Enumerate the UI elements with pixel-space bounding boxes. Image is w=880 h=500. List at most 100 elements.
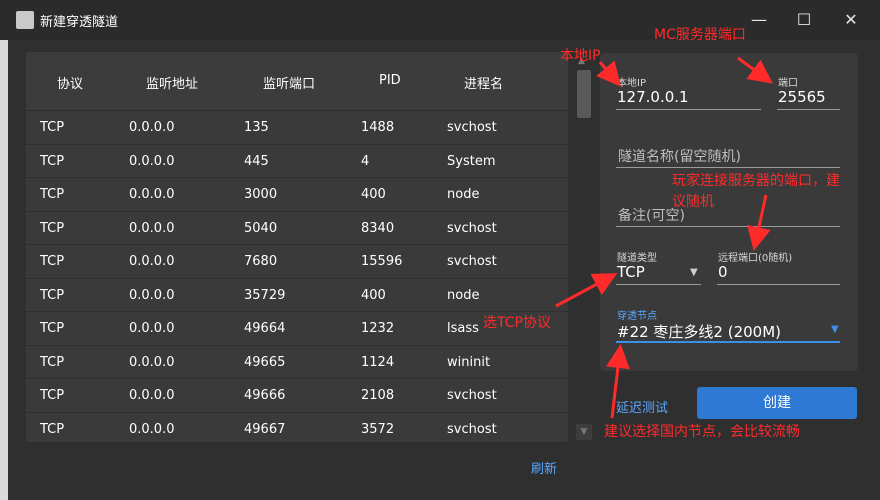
cell-process-name: svchost bbox=[447, 120, 497, 135]
annotation-mc-port: MC服务器端口 bbox=[654, 27, 746, 43]
table-row[interactable]: TCP 0.0.0.0 5040 8340 svchost bbox=[26, 210, 568, 245]
cell-listen-port: 49665 bbox=[244, 354, 286, 370]
column-header-process-name[interactable]: 进程名 bbox=[464, 73, 503, 92]
cell-pid: 1232 bbox=[361, 321, 395, 336]
cell-listen-port: 49664 bbox=[244, 321, 286, 336]
annotation-node: 建议选择国内节点，会比较流畅 bbox=[604, 424, 800, 440]
cell-pid: 15596 bbox=[361, 254, 403, 269]
cell-protocol: TCP bbox=[40, 187, 65, 202]
remote-port-label: 远程端口(0随机) bbox=[718, 253, 793, 264]
cell-protocol: TCP bbox=[40, 120, 65, 135]
port-label: 端口 bbox=[778, 78, 798, 89]
cell-protocol: TCP bbox=[40, 287, 65, 303]
annotation-remote-port-2: 议随机 bbox=[672, 194, 714, 210]
table-row[interactable]: TCP 0.0.0.0 49667 3572 svchost bbox=[26, 411, 568, 443]
cell-listen-port: 35729 bbox=[244, 287, 286, 303]
local-ip-input[interactable]: 127.0.0.1 bbox=[617, 88, 689, 106]
cell-protocol: TCP bbox=[40, 388, 65, 403]
table-row[interactable]: TCP 0.0.0.0 7680 15596 svchost bbox=[26, 244, 568, 278]
cell-process-name: wininit bbox=[447, 354, 491, 370]
annotation-local-ip: 本地IP bbox=[560, 48, 601, 64]
port-table: 协议 监听地址 监听端口 PID 进程名 TCP 0.0.0.0 135 1488 sv… bbox=[26, 52, 568, 442]
annotation-remote-port-1: 玩家连接服务器的端口，建 bbox=[672, 173, 840, 189]
port-underline bbox=[777, 109, 840, 110]
chevron-down-icon[interactable]: ▼ bbox=[831, 324, 839, 335]
cell-listen-port: 445 bbox=[244, 153, 269, 169]
table-row[interactable]: TCP 0.0.0.0 3000 400 node bbox=[26, 177, 568, 211]
cell-process-name: svchost bbox=[447, 388, 497, 403]
cell-listen-port: 5040 bbox=[244, 220, 278, 236]
local-ip-label: 本地IP bbox=[617, 78, 646, 89]
cell-listen-port: 7680 bbox=[244, 254, 278, 269]
desktop-background bbox=[0, 0, 8, 500]
table-row[interactable]: TCP 0.0.0.0 135 1488 svchost bbox=[26, 110, 568, 144]
cell-pid: 8340 bbox=[361, 220, 395, 236]
maximize-button[interactable]: ☐ bbox=[789, 8, 819, 32]
cell-listen-address: 0.0.0.0 bbox=[129, 120, 175, 135]
app-icon bbox=[16, 11, 34, 29]
cell-process-name: svchost bbox=[447, 254, 497, 269]
minimize-button[interactable]: — bbox=[744, 8, 774, 32]
table-row[interactable]: TCP 0.0.0.0 445 4 System bbox=[26, 143, 568, 178]
node-underline bbox=[616, 341, 840, 343]
close-button[interactable]: ✕ bbox=[836, 8, 866, 32]
cell-protocol: TCP bbox=[40, 354, 65, 370]
cell-protocol: TCP bbox=[40, 254, 65, 269]
column-header-listen-port[interactable]: 监听端口 bbox=[263, 73, 315, 92]
scrollbar-thumb[interactable] bbox=[577, 70, 591, 118]
cell-listen-address: 0.0.0.0 bbox=[129, 254, 175, 269]
cell-protocol: TCP bbox=[40, 421, 65, 437]
latency-test-link[interactable]: 延迟测试 bbox=[616, 397, 668, 416]
cell-listen-port: 49666 bbox=[244, 388, 286, 403]
cell-listen-address: 0.0.0.0 bbox=[129, 187, 175, 202]
cell-process-name: node bbox=[447, 187, 480, 202]
cell-process-name: lsass bbox=[447, 321, 479, 336]
refresh-link[interactable]: 刷新 bbox=[531, 458, 557, 477]
table-row[interactable]: TCP 0.0.0.0 49665 1124 wininit bbox=[26, 344, 568, 379]
cell-listen-address: 0.0.0.0 bbox=[129, 421, 175, 437]
cell-protocol: TCP bbox=[40, 321, 65, 336]
cell-pid: 2108 bbox=[361, 388, 395, 403]
create-button[interactable]: 创建 bbox=[697, 387, 857, 419]
column-header-protocol[interactable]: 协议 bbox=[57, 73, 83, 92]
cell-process-name: svchost bbox=[447, 220, 497, 236]
scroll-down-icon[interactable]: ▼ bbox=[576, 424, 592, 440]
remote-port-input[interactable]: 0 bbox=[718, 263, 728, 281]
table-row[interactable]: TCP 0.0.0.0 49666 2108 svchost bbox=[26, 378, 568, 412]
table-row[interactable]: TCP 0.0.0.0 35729 400 node bbox=[26, 277, 568, 312]
tunnel-name-underline bbox=[616, 167, 840, 168]
node-select[interactable]: #22 枣庄多线2 (200M) bbox=[617, 321, 781, 342]
cell-listen-address: 0.0.0.0 bbox=[129, 388, 175, 403]
cell-protocol: TCP bbox=[40, 153, 65, 169]
chevron-down-icon[interactable]: ▼ bbox=[690, 267, 698, 278]
tunnel-type-underline bbox=[616, 284, 701, 285]
cell-listen-port: 3000 bbox=[244, 187, 278, 202]
cell-pid: 400 bbox=[361, 187, 386, 202]
cell-process-name: svchost bbox=[447, 421, 497, 437]
cell-process-name: node bbox=[447, 287, 480, 303]
tunnel-name-input[interactable]: 隧道名称(留空随机) bbox=[618, 146, 741, 166]
cell-pid: 400 bbox=[361, 287, 386, 303]
tunnel-type-select[interactable]: TCP bbox=[617, 263, 645, 281]
cell-pid: 1488 bbox=[361, 120, 395, 135]
cell-pid: 1124 bbox=[361, 354, 395, 370]
cell-listen-address: 0.0.0.0 bbox=[129, 287, 175, 303]
cell-pid: 3572 bbox=[361, 421, 395, 437]
cell-listen-address: 0.0.0.0 bbox=[129, 354, 175, 370]
cell-listen-port: 49667 bbox=[244, 421, 286, 437]
cell-listen-address: 0.0.0.0 bbox=[129, 220, 175, 236]
column-header-listen-address[interactable]: 监听地址 bbox=[146, 73, 198, 92]
tunnel-type-label: 隧道类型 bbox=[617, 253, 657, 264]
window-title: 新建穿透隧道 bbox=[40, 15, 119, 30]
column-header-pid[interactable]: PID bbox=[379, 73, 401, 88]
cell-listen-address: 0.0.0.0 bbox=[129, 321, 175, 336]
cell-process-name: System bbox=[447, 153, 496, 169]
cell-listen-port: 135 bbox=[244, 120, 269, 135]
note-underline bbox=[616, 226, 840, 227]
cell-pid: 4 bbox=[361, 153, 370, 169]
port-input[interactable]: 25565 bbox=[778, 88, 826, 106]
cell-listen-address: 0.0.0.0 bbox=[129, 153, 175, 169]
cell-protocol: TCP bbox=[40, 220, 65, 236]
annotation-tcp: 选TCP协议 bbox=[483, 315, 551, 331]
local-ip-underline bbox=[616, 109, 761, 110]
